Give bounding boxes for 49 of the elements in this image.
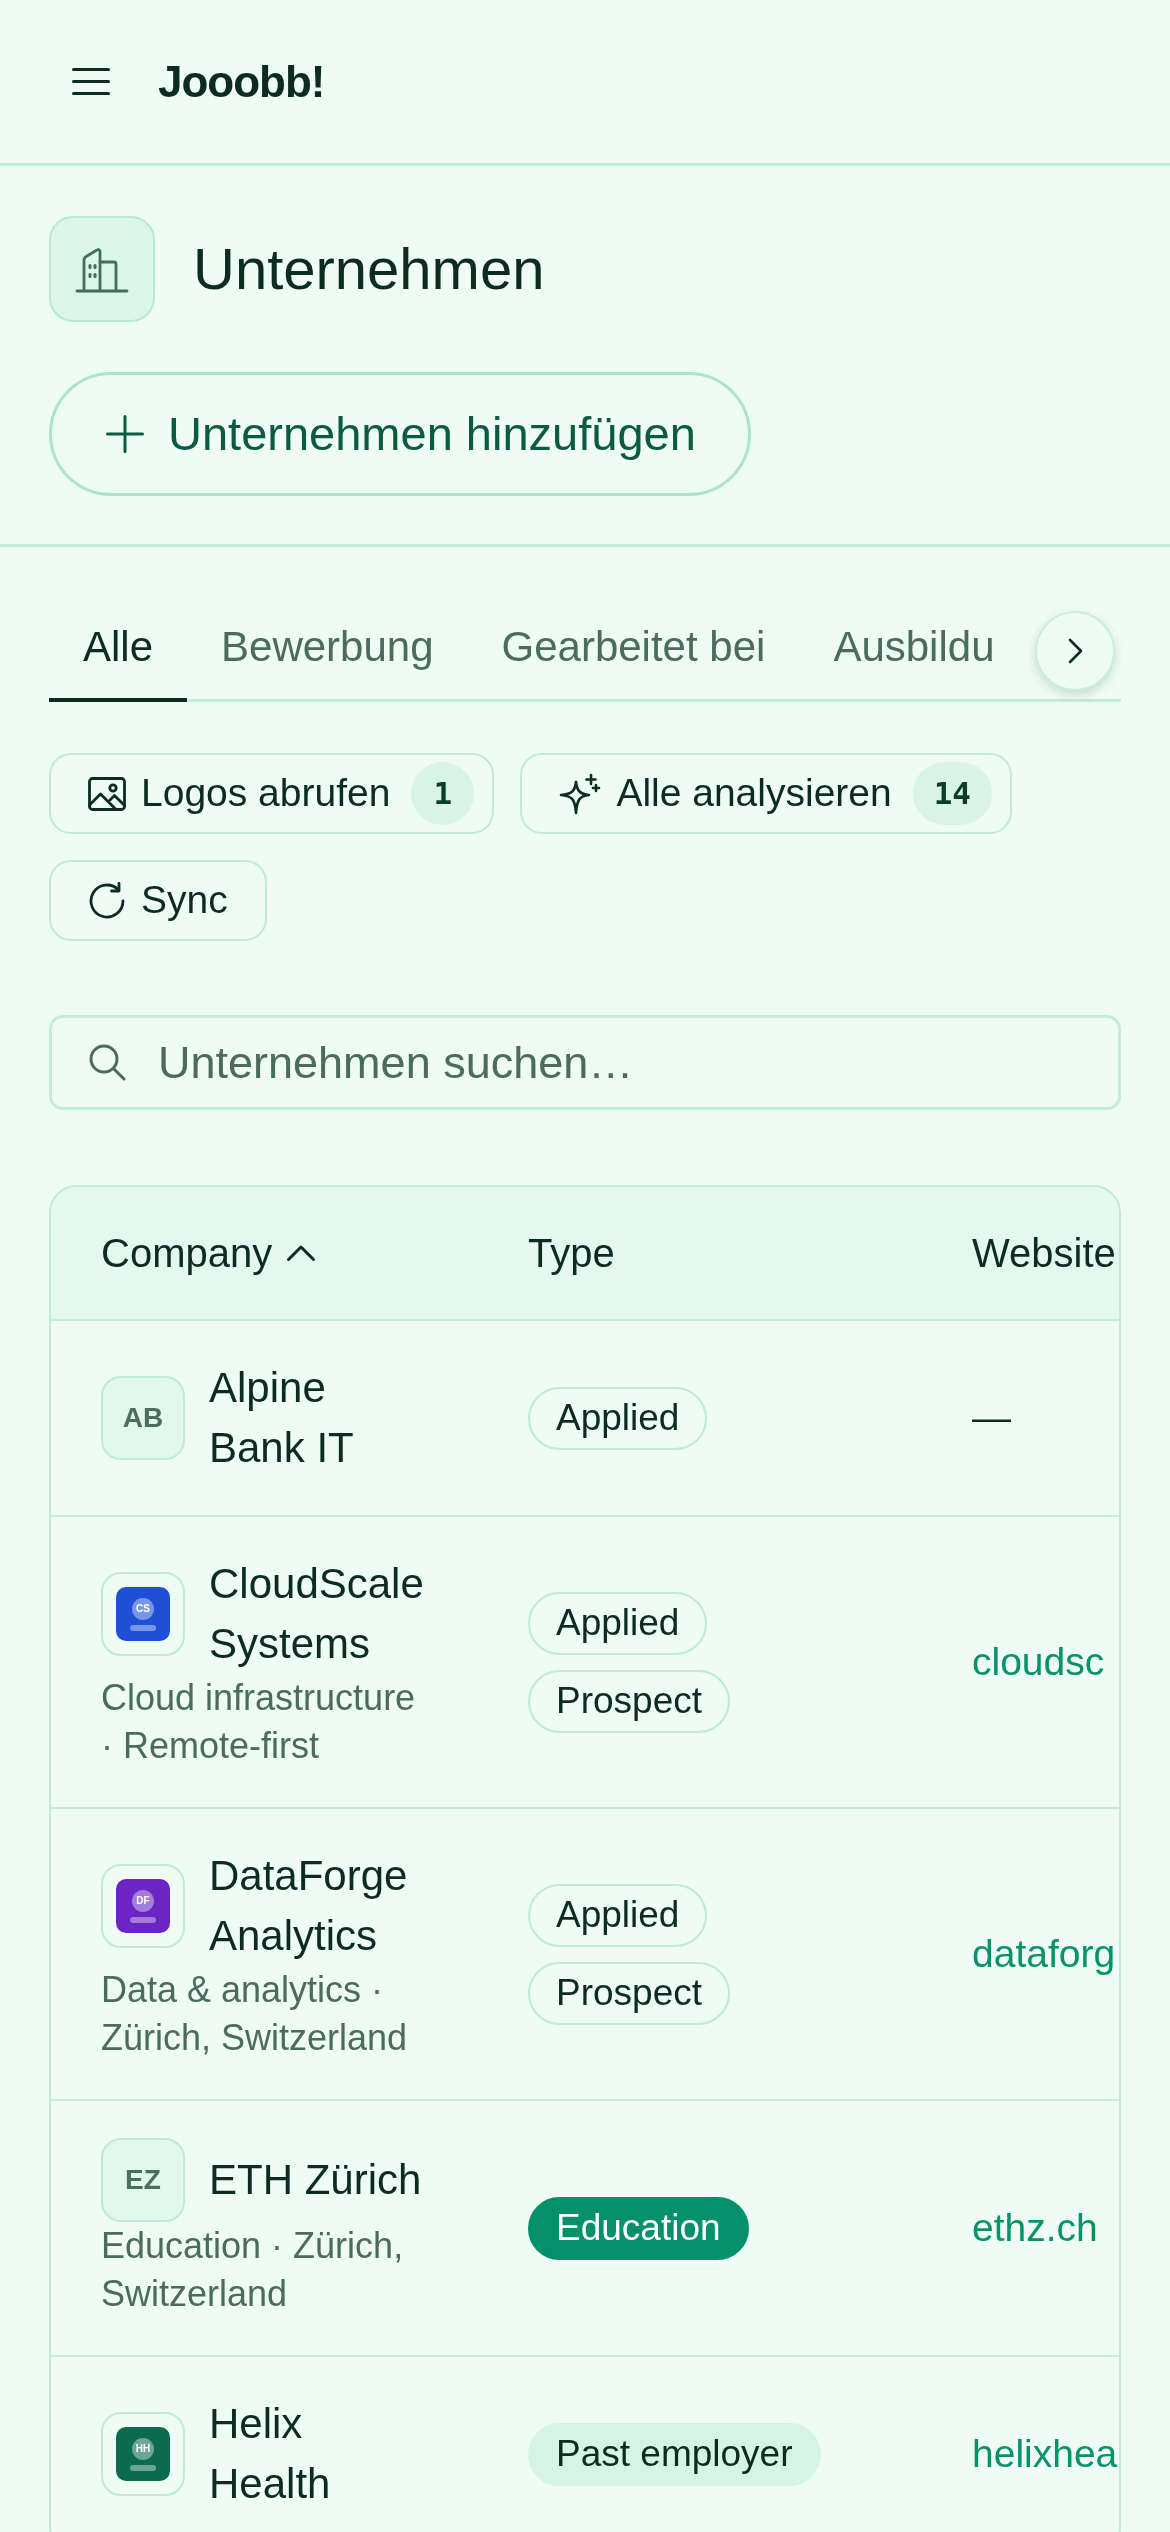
- plus-icon: [106, 415, 144, 453]
- fetch-logos-button[interactable]: Logos abrufen 1: [49, 753, 495, 834]
- image-icon: [88, 776, 126, 811]
- logo-initials: CS: [132, 1597, 154, 1620]
- initials-avatar: EZ: [101, 2138, 185, 2222]
- empty-value: —: [972, 1394, 1011, 1441]
- company-name: ETH Zürich: [209, 2155, 423, 2205]
- company-name: Helix Health: [209, 2399, 332, 2509]
- company-description: Education · Zürich, Switzerland: [101, 2224, 405, 2316]
- add-company-button[interactable]: Unternehmen hinzufügen: [49, 372, 751, 496]
- type-tag: Prospect: [528, 1669, 730, 1733]
- analyze-all-button[interactable]: Alle analysieren 14: [520, 753, 1013, 834]
- company-description: Data & analytics · Zürich, Switzerland: [101, 1968, 409, 2060]
- type-tag: Applied: [528, 1591, 708, 1655]
- website-link[interactable]: cloudsc: [972, 1632, 1105, 1692]
- refresh-icon: [88, 881, 126, 920]
- company-name: Alpine Bank IT: [209, 1363, 355, 1473]
- filter-tab[interactable]: Ausbildu: [799, 594, 1029, 702]
- page-title: Unternehmen: [193, 235, 545, 303]
- company-name: CloudScale Systems: [209, 1559, 425, 1669]
- column-header: Type: [528, 1230, 615, 1277]
- type-tag: Applied: [528, 1883, 708, 1947]
- column-header: Website: [972, 1230, 1116, 1277]
- type-tag: Past employer: [528, 2422, 821, 2486]
- type-tag: Applied: [528, 1386, 708, 1450]
- column-header[interactable]: Company: [101, 1223, 317, 1283]
- sparkle-icon: [559, 772, 602, 815]
- company-name: DataForge Analytics: [209, 1851, 409, 1961]
- count-badge: 1: [411, 762, 475, 825]
- search-icon: [88, 1043, 126, 1081]
- filter-tab[interactable]: Bewerbung: [187, 594, 468, 702]
- filter-tab[interactable]: Alle: [49, 594, 188, 702]
- search-field[interactable]: Unternehmen suchen…: [49, 1015, 1121, 1110]
- company-description: Cloud infrastructure · Remote-first: [101, 1676, 417, 1768]
- sync-button[interactable]: Sync: [49, 860, 267, 941]
- building-icon: [49, 216, 155, 322]
- menu-icon[interactable]: [72, 68, 110, 95]
- initials-avatar: AB: [101, 1376, 185, 1460]
- count-badge: 14: [912, 762, 993, 825]
- website-link[interactable]: dataforg: [972, 1924, 1116, 1984]
- brand-name: Jooobb!: [158, 55, 325, 108]
- type-tag: Prospect: [528, 1961, 730, 2025]
- logo-initials: HH: [132, 2437, 154, 2460]
- filter-tab[interactable]: Gearbeitet bei: [467, 594, 800, 702]
- logo-initials: DF: [132, 1889, 154, 1912]
- chevron-right-icon: [1067, 638, 1083, 664]
- type-tag: Education: [528, 2196, 749, 2260]
- website-link[interactable]: ethz.ch: [972, 2198, 1098, 2258]
- website-link[interactable]: helixhea: [972, 2424, 1118, 2484]
